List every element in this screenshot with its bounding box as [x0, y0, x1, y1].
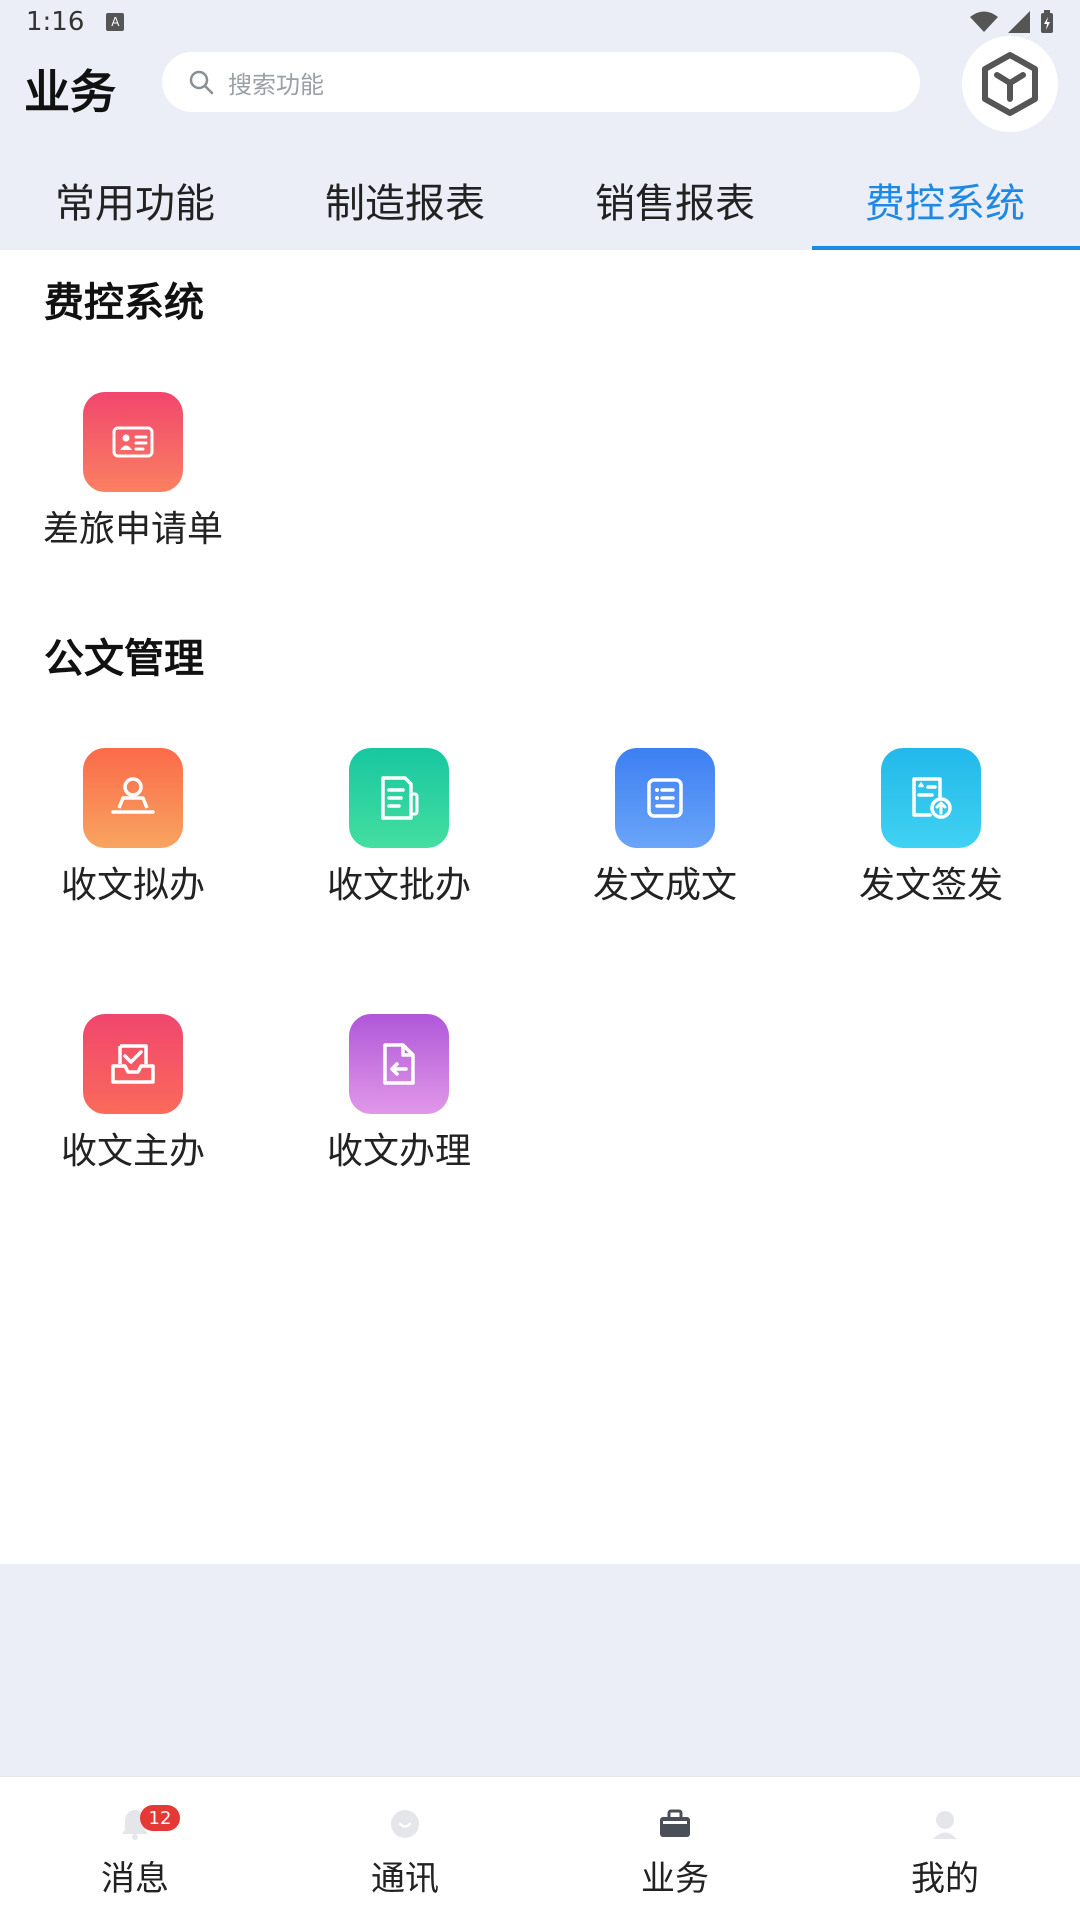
app-outgoing-finalize[interactable]: 发文成文	[532, 748, 798, 918]
tab-manufacturing-report[interactable]: 制造报表	[270, 150, 540, 250]
doc-upload-icon	[912, 777, 952, 819]
doc-pen-icon	[381, 776, 419, 820]
app-icon-bg	[615, 748, 715, 848]
status-left: 1:16 A	[26, 7, 125, 37]
tab-expense-control[interactable]: 费控系统	[810, 150, 1080, 250]
app-icon-bg	[83, 748, 183, 848]
app-icon-bg	[83, 1014, 183, 1114]
cube-button[interactable]	[962, 36, 1058, 132]
category-tabs: 常用功能 制造报表 销售报表 费控系统	[0, 150, 1080, 250]
app-label: 收文拟办	[60, 865, 205, 906]
status-right	[970, 10, 1054, 34]
briefcase-icon	[660, 1809, 690, 1837]
app-label: 收文批办	[326, 865, 471, 906]
person-icon	[933, 1811, 957, 1839]
nav-label: 业务	[641, 1859, 709, 1899]
page-title: 业务	[24, 65, 116, 119]
app-receive-host[interactable]: 收文主办	[0, 1014, 266, 1184]
app-travel-request[interactable]: 差旅申请单	[0, 392, 266, 562]
app-label: 发文成文	[592, 865, 737, 906]
app-label: 差旅申请单	[42, 509, 223, 550]
user-desk-icon	[111, 777, 155, 814]
tab-common[interactable]: 常用功能	[0, 150, 270, 250]
app-icon-bg	[83, 392, 183, 492]
content-panel: 费控系统 差旅申请单 公文管理 收文拟办 收文批办 发文成文 发文签发 收文主办…	[0, 250, 1080, 1564]
status-bar: 1:16 A	[0, 0, 1080, 44]
bottom-nav: 12 消息 通讯 业务 我的	[0, 1776, 1080, 1920]
app-label: 发文签发	[858, 865, 1003, 906]
wifi-icon	[970, 11, 998, 32]
app-icon-bg	[881, 748, 981, 848]
unread-badge: 12	[140, 1805, 180, 1831]
nav-label: 消息	[101, 1859, 169, 1899]
section-title-documents: 公文管理	[44, 636, 204, 682]
app-receive-draft[interactable]: 收文拟办	[0, 748, 266, 918]
doc-list-icon	[647, 778, 683, 818]
nav-label: 我的	[911, 1859, 979, 1899]
nav-icon-wrap	[388, 1807, 422, 1841]
nav-icon-wrap: 12	[118, 1805, 180, 1841]
nav-contacts[interactable]: 通讯	[270, 1777, 540, 1920]
app-label: 收文主办	[60, 1131, 205, 1172]
search-placeholder: 搜索功能	[228, 70, 324, 99]
section-title-expense: 费控系统	[44, 280, 204, 326]
nav-icon-wrap	[658, 1807, 692, 1841]
notification-a-icon: A	[106, 13, 125, 31]
id-card-icon	[112, 426, 154, 458]
nav-label: 通讯	[371, 1859, 439, 1899]
search-icon	[189, 70, 214, 95]
status-time: 1:16	[26, 7, 85, 37]
cube-icon	[982, 52, 1038, 116]
tab-sales-report[interactable]: 销售报表	[540, 150, 810, 250]
app-icon-bg	[349, 1014, 449, 1114]
doc-return-icon	[383, 1043, 415, 1085]
battery-icon	[1041, 10, 1053, 33]
app-outgoing-sign[interactable]: 发文签发	[798, 748, 1064, 918]
search-bar[interactable]: 搜索功能	[162, 52, 920, 112]
app-label: 收文办理	[326, 1131, 471, 1172]
chat-icon	[391, 1810, 419, 1838]
header: 业务 搜索功能	[0, 36, 1080, 154]
inbox-check-icon	[111, 1044, 155, 1084]
app-receive-approve[interactable]: 收文批办	[266, 748, 532, 918]
nav-icon-wrap	[928, 1807, 962, 1841]
signal-icon	[1008, 11, 1030, 33]
app-icon-bg	[349, 748, 449, 848]
nav-messages[interactable]: 12 消息	[0, 1777, 270, 1920]
nav-profile[interactable]: 我的	[810, 1777, 1080, 1920]
app-receive-handle[interactable]: 收文办理	[266, 1014, 532, 1184]
nav-business[interactable]: 业务	[540, 1777, 810, 1920]
